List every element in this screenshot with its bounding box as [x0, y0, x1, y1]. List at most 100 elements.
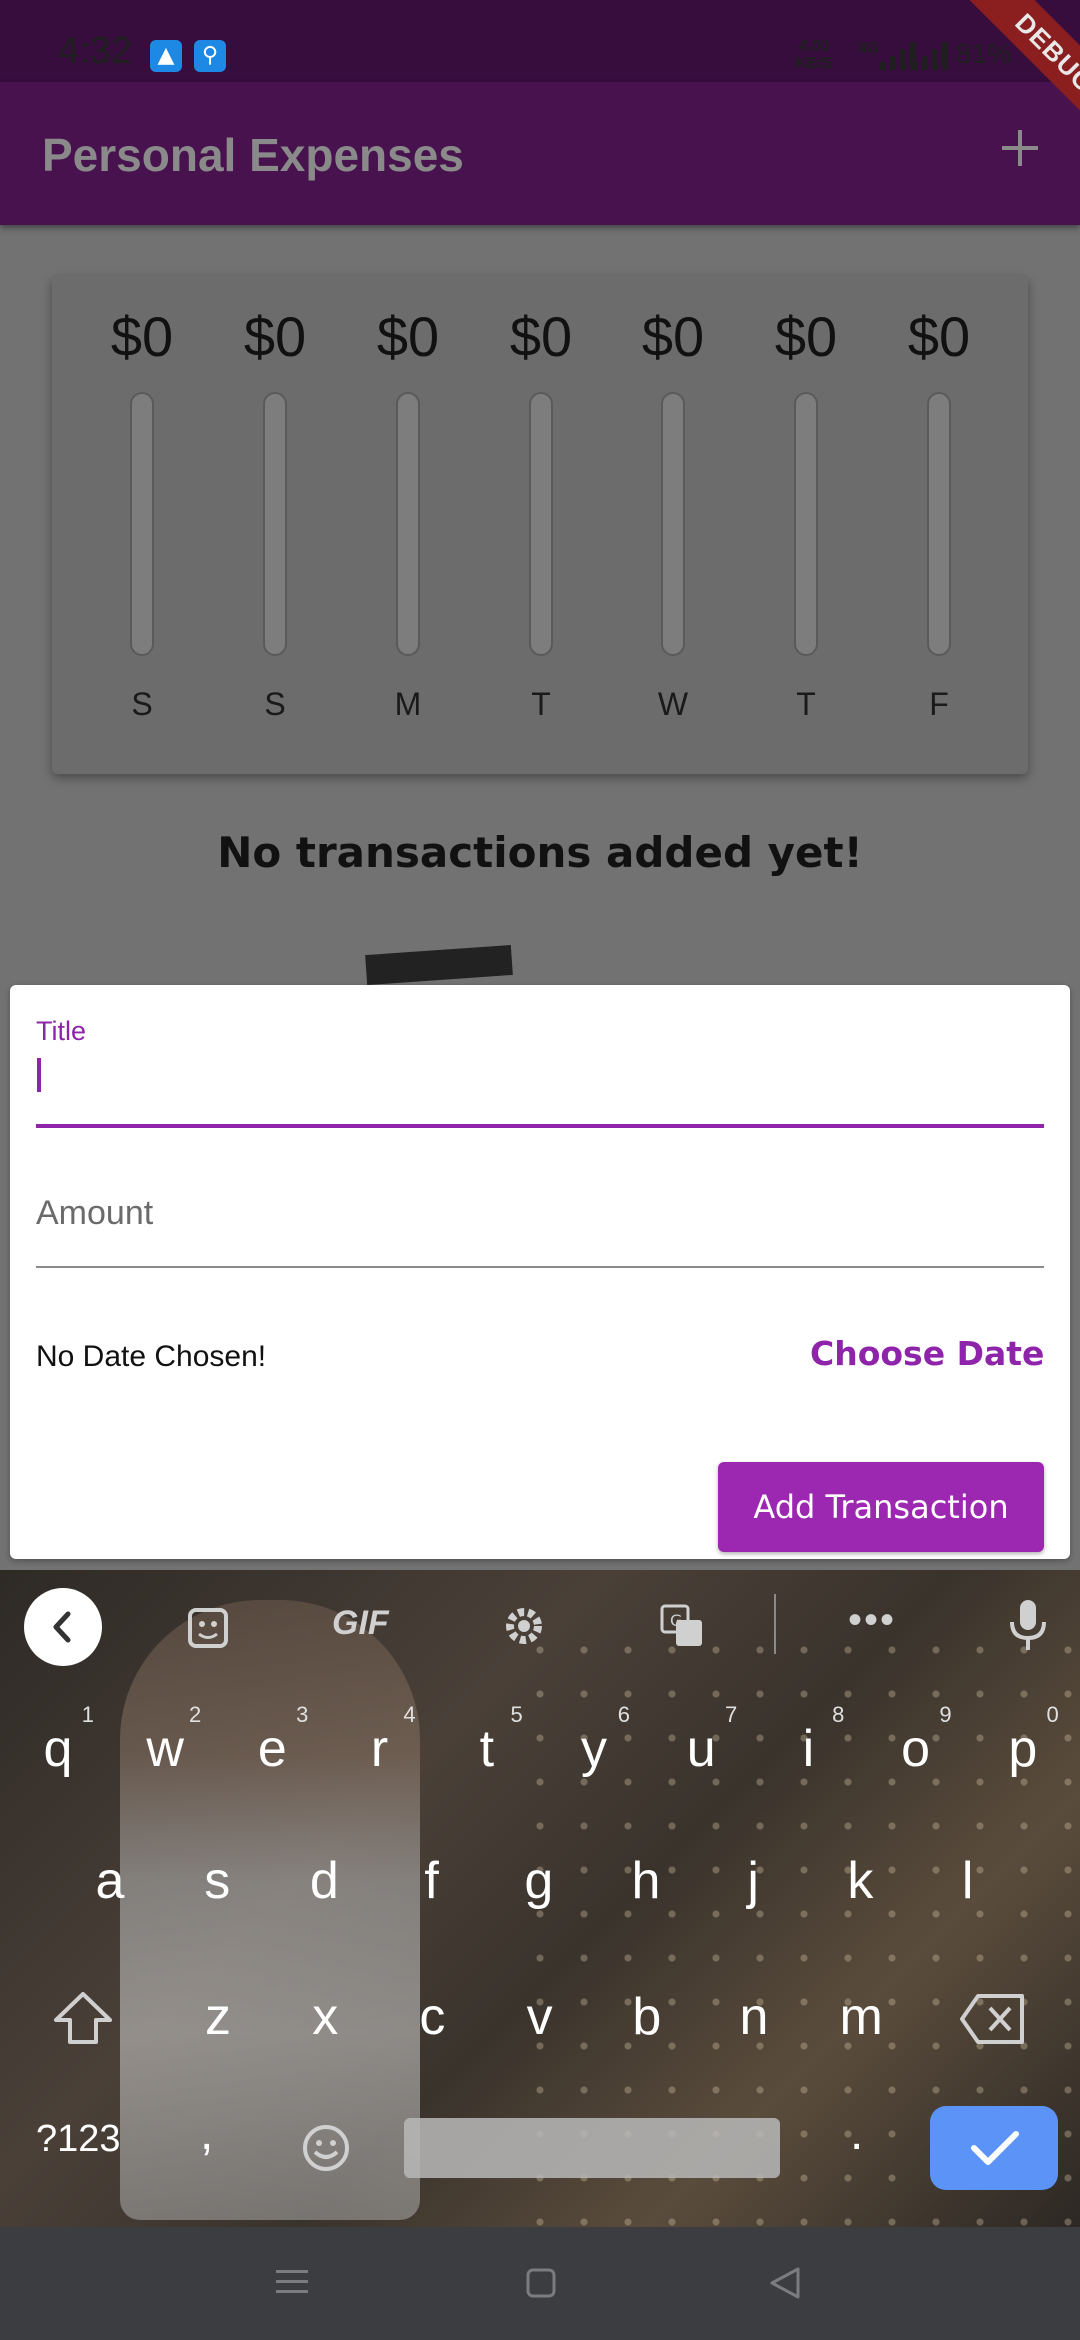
chart-bar-day-label: F [929, 686, 949, 722]
key-label: e [257, 1720, 287, 1778]
status-time: 4:32 [58, 30, 132, 72]
key-q[interactable]: q1 [8, 1694, 108, 1804]
key-k[interactable]: k [810, 1826, 910, 1936]
weekly-chart: $0 S $0 S $0 M $0 T $0 W $0 T $0 F [52, 276, 1028, 774]
key-t[interactable]: t5 [437, 1694, 537, 1804]
key-label: o [901, 1720, 931, 1778]
sticker-icon[interactable] [184, 1604, 232, 1652]
key-number-hint: 4 [403, 1702, 416, 1727]
chart-bar-column: $0 M [348, 276, 468, 774]
space-key[interactable] [404, 2118, 780, 2178]
add-transaction-button[interactable]: Add Transaction [718, 1462, 1044, 1552]
key-number-hint: 9 [939, 1702, 952, 1727]
key-j[interactable]: j [703, 1826, 803, 1936]
choose-date-button[interactable]: Choose Date [810, 1334, 1044, 1373]
key-w[interactable]: w2 [115, 1694, 215, 1804]
key-c[interactable]: c [382, 1962, 482, 2072]
key-m[interactable]: m [811, 1962, 911, 2072]
key-h[interactable]: h [596, 1826, 696, 1936]
usb-icon: ⚲ [194, 40, 226, 72]
keyboard-back-icon[interactable] [24, 1588, 102, 1666]
key-e[interactable]: e3 [222, 1694, 322, 1804]
chart-bar-column: $0 F [879, 276, 999, 774]
gear-icon[interactable] [500, 1602, 548, 1650]
chart-bar-amount: $0 [243, 305, 307, 368]
key-s[interactable]: s [167, 1826, 267, 1936]
empty-state-text: No transactions added yet! [217, 828, 863, 877]
chart-bar-track [396, 392, 420, 656]
battery-level: 81% [956, 38, 1013, 69]
key-n[interactable]: n [704, 1962, 804, 2072]
key-p[interactable]: p0 [973, 1694, 1073, 1804]
chart-bar-amount: $0 [110, 305, 174, 368]
chart-bar-day-label: W [657, 686, 689, 722]
chart-bar-column: $0 T [746, 276, 866, 774]
chart-bar-column: $0 W [613, 276, 733, 774]
key-label: y [581, 1720, 607, 1778]
chart-bar-amount: $0 [509, 305, 573, 368]
key-f[interactable]: f [382, 1826, 482, 1936]
key-v[interactable]: v [490, 1962, 590, 2072]
key-label: p [1008, 1720, 1038, 1778]
key-a[interactable]: a [60, 1826, 160, 1936]
chart-bar-track [927, 392, 951, 656]
svg-text:G: G [670, 1611, 682, 1630]
key-number-hint: 7 [724, 1702, 738, 1727]
chart-bar-amount: $0 [376, 305, 440, 368]
chart-bar-column: $0 S [215, 276, 335, 774]
gif-button[interactable]: GIF [332, 1604, 389, 1643]
back-icon[interactable] [768, 2266, 802, 2300]
chart-bar-day-label: T [796, 686, 816, 722]
chart-bar-amount: $0 [907, 305, 971, 368]
network-speed-unit: KB/S [795, 55, 834, 72]
key-y[interactable]: y6 [544, 1694, 644, 1804]
key-number-hint: 1 [81, 1702, 94, 1727]
period-key[interactable]: . [850, 2106, 863, 2161]
key-o[interactable]: o9 [866, 1694, 966, 1804]
key-number-hint: 8 [832, 1702, 845, 1727]
backspace-key[interactable] [960, 1992, 1026, 2046]
chart-bar-column: $0 S [82, 276, 202, 774]
key-label: r [370, 1720, 389, 1778]
chart-bar-day-label: S [264, 686, 286, 722]
key-b[interactable]: b [597, 1962, 697, 2072]
key-r[interactable]: r4 [330, 1694, 430, 1804]
mic-icon[interactable] [1006, 1598, 1050, 1654]
more-icon[interactable]: ••• [848, 1598, 896, 1643]
key-l[interactable]: l [918, 1826, 1018, 1936]
key-z[interactable]: z [168, 1962, 268, 2072]
emoji-icon[interactable] [302, 2124, 350, 2172]
plus-icon[interactable] [996, 124, 1044, 172]
chart-bar-day-label: T [531, 686, 551, 722]
key-number-hint: 5 [510, 1702, 523, 1727]
symbols-key[interactable]: ?123 [36, 2118, 121, 2161]
comma-key[interactable]: , [200, 2106, 213, 2161]
chart-bar-column: $0 T [481, 276, 601, 774]
android-icon: ▲ [150, 40, 182, 72]
shift-key[interactable] [50, 1990, 116, 2046]
key-g[interactable]: g [489, 1826, 589, 1936]
key-x[interactable]: x [275, 1962, 375, 2072]
title-field-label: Title [36, 1016, 87, 1046]
menu-icon[interactable] [276, 2268, 308, 2296]
check-icon [971, 2131, 1019, 2165]
key-i[interactable]: i8 [758, 1694, 858, 1804]
translate-icon[interactable]: G [658, 1602, 706, 1650]
title-field[interactable] [36, 1048, 1044, 1128]
signal-icon-2 [912, 40, 956, 70]
key-number-hint: 3 [296, 1702, 309, 1727]
key-number-hint: 6 [617, 1702, 630, 1727]
key-number-hint: 2 [188, 1702, 202, 1727]
amount-field[interactable] [36, 1160, 1044, 1268]
key-u[interactable]: u7 [651, 1694, 751, 1804]
chart-bar-day-label: M [394, 686, 422, 722]
enter-key[interactable] [930, 2106, 1058, 2190]
empty-state-image [365, 944, 513, 986]
chart-bar-track [130, 392, 154, 656]
chart-bar-track [529, 392, 553, 656]
home-icon[interactable] [526, 2268, 556, 2298]
key-d[interactable]: d [274, 1826, 374, 1936]
chart-bar-track [263, 392, 287, 656]
chart-bar-amount: $0 [774, 305, 838, 368]
keyboard-background-photo [120, 1600, 420, 2220]
